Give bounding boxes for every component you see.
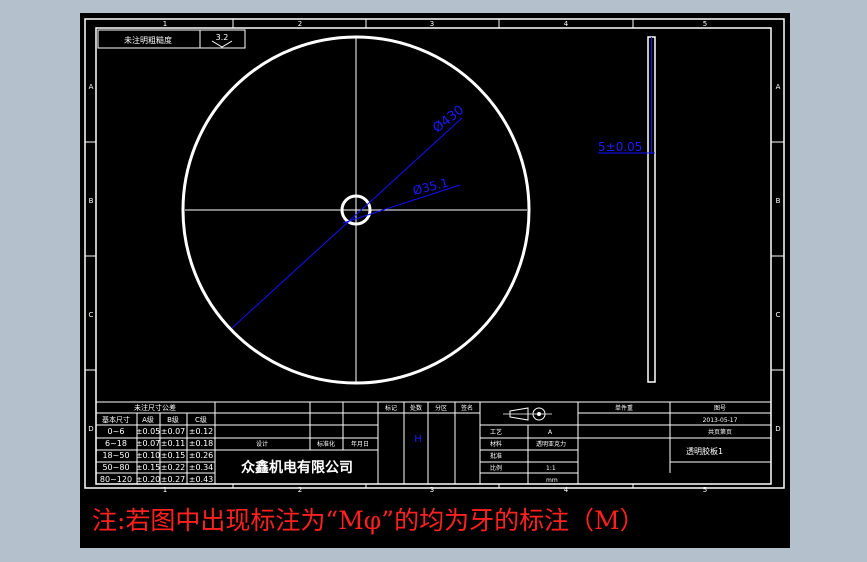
date-value: 2013-05-17: [703, 417, 738, 424]
scale-value: 1:1: [546, 465, 556, 472]
roughness-value: 3.2: [216, 33, 229, 42]
row-label-d-right: D: [775, 425, 780, 433]
sheet-label: 共页第页: [708, 428, 732, 436]
rev-header-count: 处数: [410, 404, 422, 412]
col-label-1: 1: [163, 20, 167, 28]
tolerance-cell: ±0.07: [161, 427, 186, 436]
row-label-c: C: [89, 311, 94, 319]
mark-h: H: [414, 434, 422, 445]
tolerance-cell: 6~18: [105, 439, 127, 448]
approve-label: 批准: [490, 452, 502, 460]
tolerance-cell: ±0.18: [189, 439, 214, 448]
row-label-a-right: A: [776, 83, 781, 91]
tolerance-cell: 80~120: [100, 475, 132, 484]
tolerance-cell: ±0.11: [161, 439, 186, 448]
tolerance-cell: ±0.15: [136, 463, 161, 472]
col-header-weight: 单件重: [615, 404, 633, 412]
col-label-3-bottom: 3: [430, 486, 434, 494]
company-name: 众鑫机电有限公司: [241, 459, 353, 476]
col-label-2-bottom: 2: [298, 486, 302, 494]
tolerance-cell: ±0.12: [189, 427, 214, 436]
scale-label: 比例: [490, 464, 502, 472]
standard-label: 标准化: [317, 440, 335, 448]
tolerance-cell: ±0.15: [161, 451, 186, 460]
tolerance-cell: ±0.27: [161, 475, 186, 484]
tolerance-cell: 0~6: [108, 427, 125, 436]
tolerance-cell: ±0.10: [136, 451, 161, 460]
material-value: 透明亚克力: [536, 440, 566, 448]
row-label-b-right: B: [776, 197, 781, 205]
col-label-3: 3: [430, 20, 434, 28]
tolerance-cell: ±0.20: [136, 475, 161, 484]
rev-header-zone: 分区: [435, 404, 447, 412]
tolerance-header-a: A级: [142, 415, 154, 424]
col-label-1-bottom: 1: [163, 486, 167, 494]
row-label-c-right: C: [776, 311, 781, 319]
tolerance-cell: ±0.34: [189, 463, 214, 472]
tolerance-header-b: B级: [167, 415, 179, 424]
process-label: 工艺: [490, 428, 502, 436]
row-label-a: A: [89, 83, 94, 91]
tolerance-cell: 50~80: [102, 463, 129, 472]
tolerance-header-size: 基本尺寸: [102, 415, 130, 424]
col-label-4: 4: [564, 20, 569, 28]
row-label-d: D: [88, 425, 93, 433]
drawing-no-label: 图号: [714, 405, 726, 412]
tolerance-cell: ±0.05: [136, 427, 161, 436]
rev-date-label: 年月日: [351, 440, 369, 448]
tolerance-header-c: C级: [195, 415, 207, 424]
tolerance-cell: ±0.26: [189, 451, 214, 460]
unit-value: mm: [546, 477, 558, 484]
col-label-5-bottom: 5: [703, 486, 707, 494]
tolerance-cell: ±0.22: [161, 463, 186, 472]
col-label-5: 5: [703, 20, 707, 28]
tolerance-table-title: 未注尺寸公差: [134, 403, 176, 412]
design-label: 设计: [256, 440, 268, 448]
rev-header-sign: 签名: [461, 404, 473, 412]
thread-note: 注:若图中出现标注为“Mφ”的均为牙的标注（M）: [80, 494, 790, 548]
part-name: 透明胶板1: [686, 446, 723, 456]
col-label-2: 2: [298, 20, 302, 28]
row-label-b: B: [89, 197, 94, 205]
col-label-4-bottom: 4: [564, 486, 569, 494]
thickness-label: 5±0.05: [598, 140, 642, 154]
roughness-note: 未注明粗糙度: [124, 35, 172, 45]
drawing-canvas: 1 2 3 4 5 1 2 3 4 5 A B C D A B C D 未注明粗…: [80, 13, 790, 494]
material-label: 材料: [490, 440, 502, 448]
tolerance-rows: 0~6 ±0.05 ±0.07 ±0.126~18 ±0.07 ±0.11 ±0.1818~…: [100, 427, 213, 484]
tolerance-cell: ±0.07: [136, 439, 161, 448]
rev-header-mark: 标记: [385, 404, 397, 412]
tolerance-cell: 18~50: [102, 451, 129, 460]
tolerance-cell: ±0.43: [189, 475, 214, 484]
